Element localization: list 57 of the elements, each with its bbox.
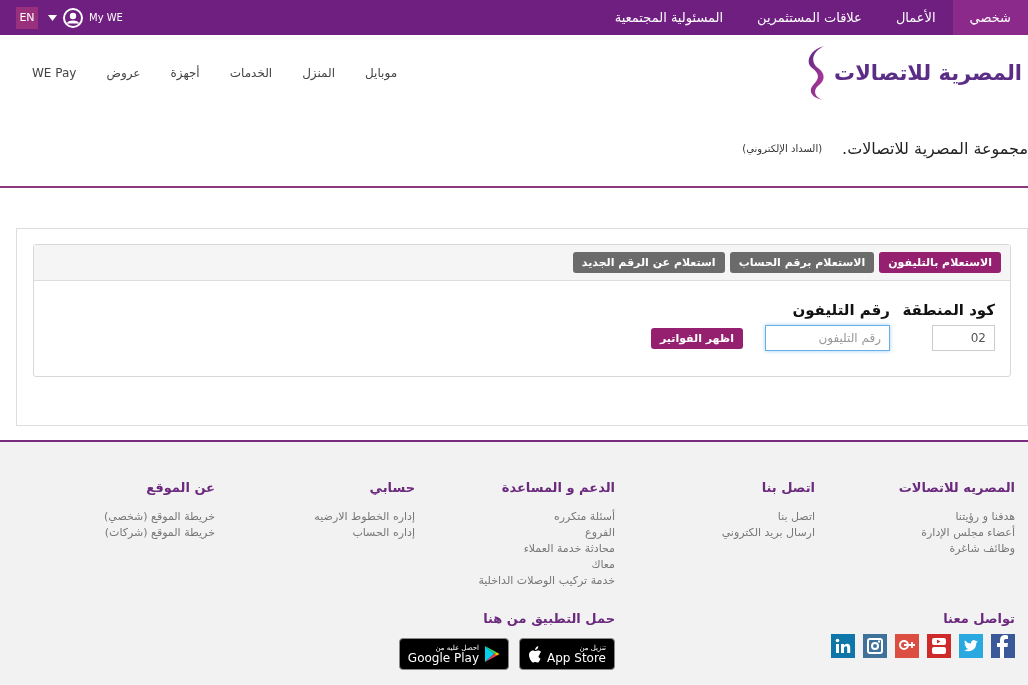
page-subtitle: (السداد الإلكتروني) (742, 142, 823, 154)
youtube-icon[interactable] (927, 634, 951, 658)
google-plus-icon[interactable] (895, 634, 919, 658)
footer-link[interactable]: إداره الخطوط الارضيه (314, 509, 415, 525)
play-triangle-icon (484, 645, 500, 663)
language-button[interactable]: EN (16, 6, 38, 29)
footer-link[interactable]: خريطة الموقع (شركات) (104, 525, 215, 541)
footer-link[interactable]: محادثة خدمة العملاء (523, 541, 615, 557)
user-icon[interactable] (63, 7, 83, 28)
footer-heading: حمل التطبيق من هنا (483, 611, 615, 626)
nav-link[interactable]: WE Pay (32, 65, 77, 80)
nav-link[interactable]: الخدمات (229, 65, 273, 80)
footer-link[interactable]: معاك (591, 557, 615, 573)
footer-heading: الدعم و المساعدة (501, 480, 615, 495)
footer-heading: حسابي (369, 480, 415, 495)
account-link[interactable]: My WE (89, 12, 123, 23)
footer-heading: المصريه للاتصالات (898, 480, 1015, 495)
inquiry-tab[interactable]: استعلام عن الرقم الجديد (572, 252, 725, 273)
footer-heading: تواصل معنا (943, 611, 1015, 626)
logo-swirl-icon (806, 44, 827, 101)
field-label: كود المنطقة (902, 301, 995, 319)
nav-link[interactable]: أجهزة (170, 65, 200, 80)
area-code-field[interactable]: 02 (932, 325, 995, 351)
footer-link[interactable]: خدمة تركيب الوصلات الداخلية (478, 573, 615, 589)
show-bills-button[interactable]: اظهر الفواتير (651, 327, 743, 349)
page-title: مجموعة المصرية للاتصالات. (842, 138, 1028, 158)
footer-heading: عن الموقع (146, 480, 215, 495)
nav-link[interactable]: عروض (106, 65, 141, 80)
apple-icon (528, 645, 542, 663)
nav-link[interactable]: موبايل (365, 65, 398, 80)
brand-name[interactable]: المصرية للاتصالات (834, 60, 1022, 85)
inquiry-tab[interactable]: الاستعلام بالتليفون (879, 252, 1001, 273)
nav-link[interactable]: المنزل (302, 65, 336, 80)
footer-link[interactable]: الفروع (585, 525, 615, 541)
footer-link[interactable]: خريطة الموقع (شخصي) (104, 509, 215, 525)
top-nav-tab[interactable]: علاقات المستثمرين (740, 0, 879, 35)
badge-store-name: App Store (547, 651, 606, 664)
footer-link[interactable]: هدفنا و رؤيتنا (955, 509, 1015, 525)
linkedin-icon[interactable] (831, 634, 855, 658)
footer-link[interactable]: أسئلة متكرره (553, 509, 615, 525)
footer-heading: اتصل بنا (761, 480, 815, 495)
badge-store-name: Google Play (407, 651, 479, 664)
facebook-icon[interactable] (991, 634, 1015, 658)
footer-link[interactable]: إداره الحساب (352, 525, 415, 541)
top-nav-tab[interactable]: المسئولية المجتمعية (597, 0, 741, 35)
instagram-icon[interactable] (863, 634, 887, 658)
inquiry-tab[interactable]: الاستعلام برقم الحساب (729, 252, 875, 273)
top-nav-tab[interactable]: شخصي (952, 0, 1028, 35)
field-label: رقم التليفون (792, 301, 890, 319)
footer-link[interactable]: أعضاء مجلس الإدارة (921, 525, 1015, 541)
footer-link[interactable]: وظائف شاغرة (949, 541, 1015, 557)
caret-icon[interactable] (48, 14, 57, 21)
twitter-icon[interactable] (959, 634, 983, 658)
footer-link[interactable]: اتصل بنا (777, 509, 815, 525)
phone-field[interactable]: رقم التليفون (765, 325, 890, 351)
footer-link[interactable]: ارسال بريد الكتروني (721, 525, 815, 541)
top-nav-tab[interactable]: الأعمال (878, 0, 953, 35)
